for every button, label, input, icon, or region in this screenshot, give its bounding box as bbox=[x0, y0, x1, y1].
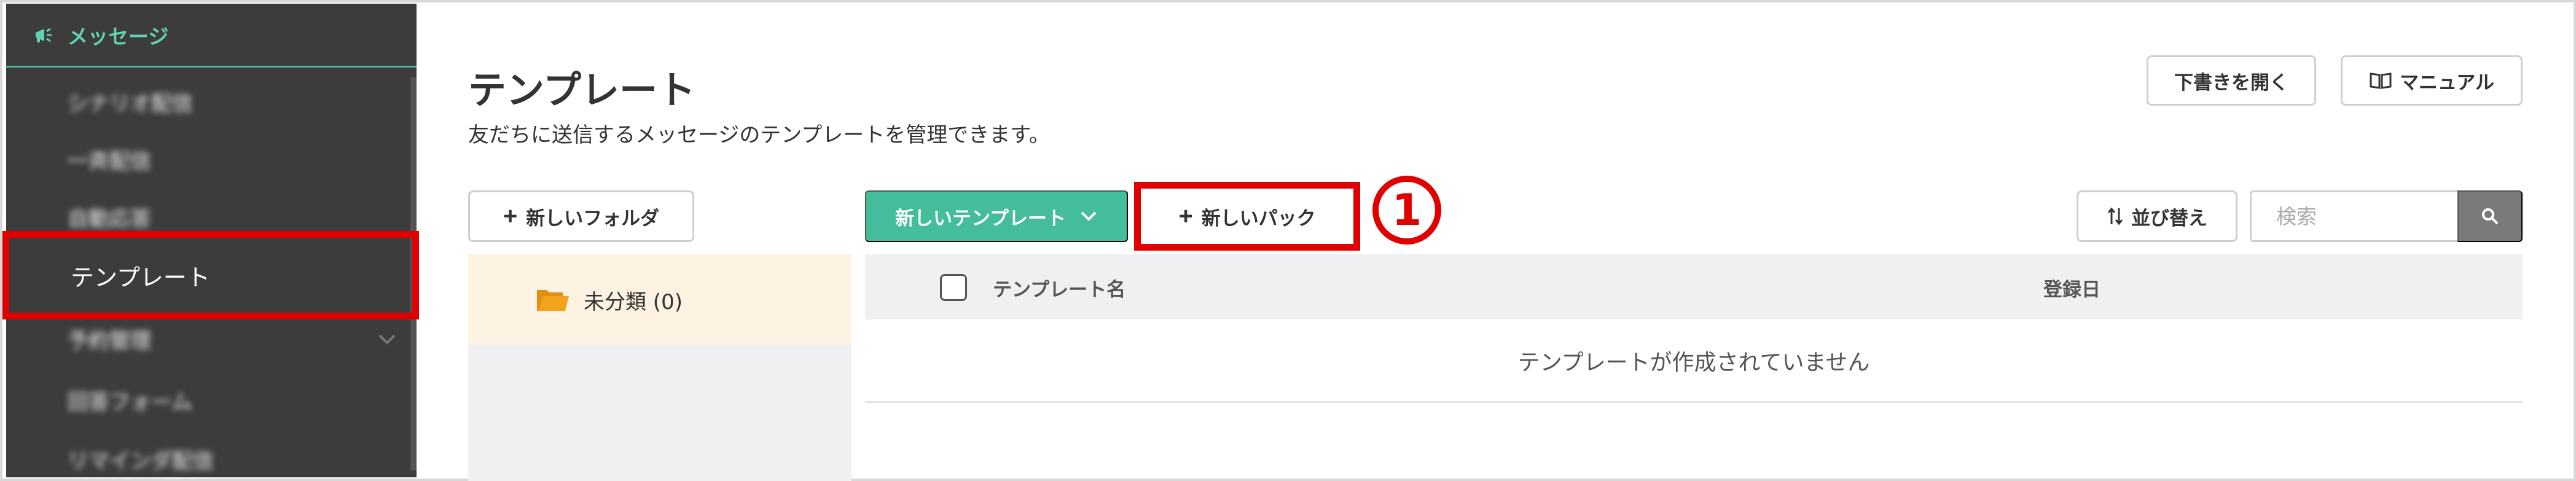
sidebar-item-label: 自動応答 bbox=[68, 206, 151, 232]
sidebar-item-form[interactable]: 回答フォーム bbox=[68, 378, 192, 421]
folder-open-icon bbox=[537, 290, 569, 311]
sidebar-section-header[interactable]: メッセージ bbox=[6, 4, 417, 68]
sidebar-item-reminder[interactable]: リマインダ配信 bbox=[68, 437, 214, 477]
sort-label: 並び替え bbox=[2131, 207, 2207, 229]
page-description: 友だちに送信するメッセージのテンプレートを管理できます。 bbox=[468, 123, 1050, 147]
megaphone-icon bbox=[36, 28, 52, 42]
step-number-annotation: 1 bbox=[1372, 176, 1441, 244]
new-folder-label: 新しいフォルダ bbox=[526, 207, 660, 229]
book-icon bbox=[2370, 72, 2392, 89]
new-template-button[interactable]: 新しいテンプレート bbox=[865, 190, 1128, 242]
sort-arrows-icon bbox=[2107, 207, 2123, 225]
new-pack-button[interactable]: + 新しいパック bbox=[1134, 182, 1360, 251]
manual-button-label: マニュアル bbox=[2399, 71, 2495, 93]
empty-state-message: テンプレートが作成されていません bbox=[865, 319, 2523, 403]
open-draft-button[interactable]: 下書きを開く bbox=[2147, 55, 2316, 106]
sidebar-item-template[interactable]: テンプレート bbox=[2, 231, 419, 319]
folder-label: 未分類 (0) bbox=[584, 289, 683, 315]
sidebar-item-label: 一斉配信 bbox=[68, 149, 151, 174]
page-title: テンプレート bbox=[468, 68, 696, 112]
sidebar-item-reservation[interactable]: 予約管理 bbox=[68, 317, 151, 360]
folder-item-uncategorized[interactable]: 未分類 (0) bbox=[468, 254, 851, 345]
chevron-down-icon bbox=[1081, 211, 1097, 221]
plus-icon: + bbox=[503, 203, 518, 230]
column-header-template-name[interactable]: テンプレート名 bbox=[993, 274, 1126, 302]
sidebar-item-label: テンプレート bbox=[71, 264, 210, 291]
manual-button[interactable]: マニュアル bbox=[2341, 55, 2523, 106]
new-pack-label: 新しいパック bbox=[1201, 207, 1316, 229]
select-all-checkbox[interactable] bbox=[940, 274, 967, 301]
sidebar-item-label: リマインダ配信 bbox=[68, 448, 214, 474]
sort-button[interactable]: 並び替え bbox=[2077, 190, 2237, 242]
sidebar-item-label: 予約管理 bbox=[68, 328, 151, 353]
search-button[interactable] bbox=[2457, 190, 2523, 242]
sidebar-item-broadcast[interactable]: 一斉配信 bbox=[68, 138, 151, 181]
column-header-registered-date[interactable]: 登録日 bbox=[2043, 274, 2100, 302]
sidebar-item-label: 回答フォーム bbox=[68, 389, 192, 415]
sidebar-item-label: シナリオ配信 bbox=[68, 91, 193, 116]
new-folder-button[interactable]: + 新しいフォルダ bbox=[468, 190, 694, 242]
sidebar-item-scenario[interactable]: シナリオ配信 bbox=[68, 80, 193, 123]
sidebar-section-title: メッセージ bbox=[68, 24, 169, 49]
search-icon bbox=[2482, 208, 2499, 225]
new-template-label: 新しいテンプレート bbox=[895, 207, 1067, 229]
plus-icon: + bbox=[1178, 203, 1193, 230]
chevron-down-icon[interactable] bbox=[375, 330, 399, 348]
search-input[interactable] bbox=[2250, 190, 2459, 242]
